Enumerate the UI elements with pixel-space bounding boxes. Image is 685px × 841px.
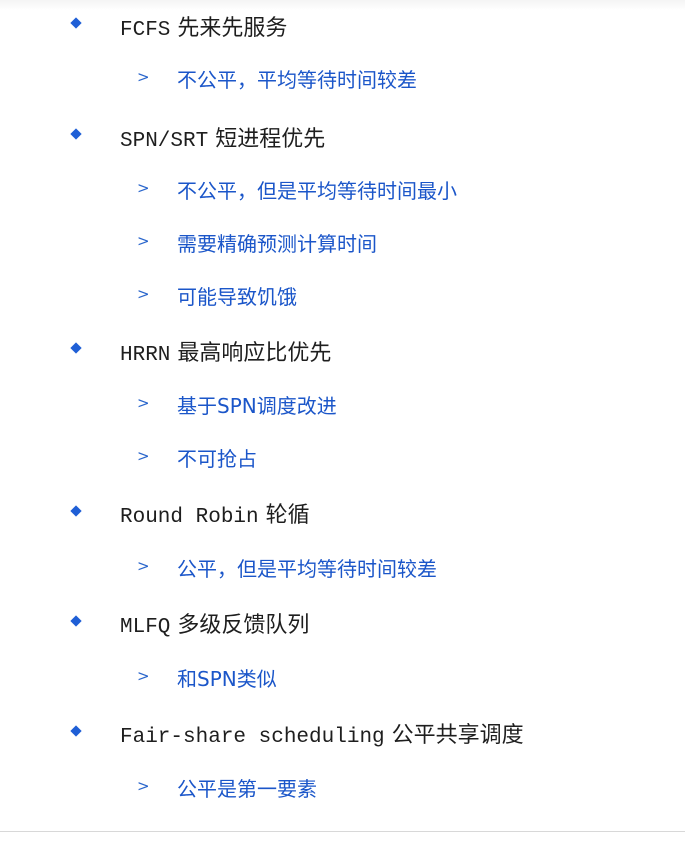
chevron-right-icon: > — [137, 667, 150, 685]
algorithm-label: 轮循 — [265, 503, 310, 528]
chevron-right-icon: > — [137, 557, 150, 575]
algorithm-code: Fair-share scheduling — [120, 726, 385, 749]
outline-item-title: SPN/SRT 短进程优先 — [120, 121, 325, 153]
algorithm-label: 公平共享调度 — [391, 723, 524, 748]
algorithm-label: 最高响应比优先 — [177, 341, 332, 366]
outline-item-title: FCFS 先来先服务 — [120, 10, 287, 42]
subitem-text: 不公平，平均等待时间较差 — [177, 68, 417, 92]
chevron-right-icon: > — [137, 394, 150, 412]
algorithm-code: Round Robin — [120, 506, 259, 529]
outline-item-title: MLFQ 多级反馈队列 — [120, 607, 309, 639]
subitem-text: 需要精确预测计算时间 — [177, 232, 377, 256]
chevron-right-icon: > — [137, 777, 150, 795]
slide-bottom-border — [0, 831, 685, 832]
diamond-bullet-icon — [70, 128, 82, 140]
diamond-bullet-icon — [70, 615, 82, 627]
algorithm-label: 先来先服务 — [177, 16, 288, 41]
chevron-right-icon: > — [137, 179, 150, 197]
subitem-text: 不可抢占 — [177, 447, 257, 471]
subitem-text: 不公平，但是平均等待时间最小 — [177, 179, 457, 203]
algorithm-code: HRRN — [120, 344, 171, 367]
subitem-text: 公平，但是平均等待时间较差 — [177, 557, 437, 581]
outline-item-title: Fair-share scheduling 公平共享调度 — [120, 717, 524, 749]
algorithm-label: 短进程优先 — [215, 127, 326, 152]
subitem-text: 基于SPN调度改进 — [177, 394, 337, 418]
diamond-bullet-icon — [70, 725, 82, 737]
algorithm-code: MLFQ — [120, 616, 171, 639]
chevron-right-icon: > — [137, 68, 150, 86]
slide: FCFS 先来先服务 > 不公平，平均等待时间较差 SPN/SRT 短进程优先 … — [0, 0, 685, 841]
subitem-text: 公平是第一要素 — [177, 777, 317, 801]
diamond-bullet-icon — [70, 505, 82, 517]
diamond-bullet-icon — [70, 342, 82, 354]
diamond-bullet-icon — [70, 17, 82, 29]
algorithm-label: 多级反馈队列 — [177, 613, 310, 638]
algorithm-code: FCFS — [120, 19, 171, 42]
subitem-text: 可能导致饥饿 — [177, 285, 297, 309]
chevron-right-icon: > — [137, 232, 150, 250]
algorithm-code: SPN/SRT — [120, 130, 209, 153]
outline-item-title: HRRN 最高响应比优先 — [120, 335, 331, 367]
outline-item-title: Round Robin 轮循 — [120, 497, 310, 529]
subitem-text: 和SPN类似 — [177, 667, 277, 691]
chevron-right-icon: > — [137, 447, 150, 465]
chevron-right-icon: > — [137, 285, 150, 303]
